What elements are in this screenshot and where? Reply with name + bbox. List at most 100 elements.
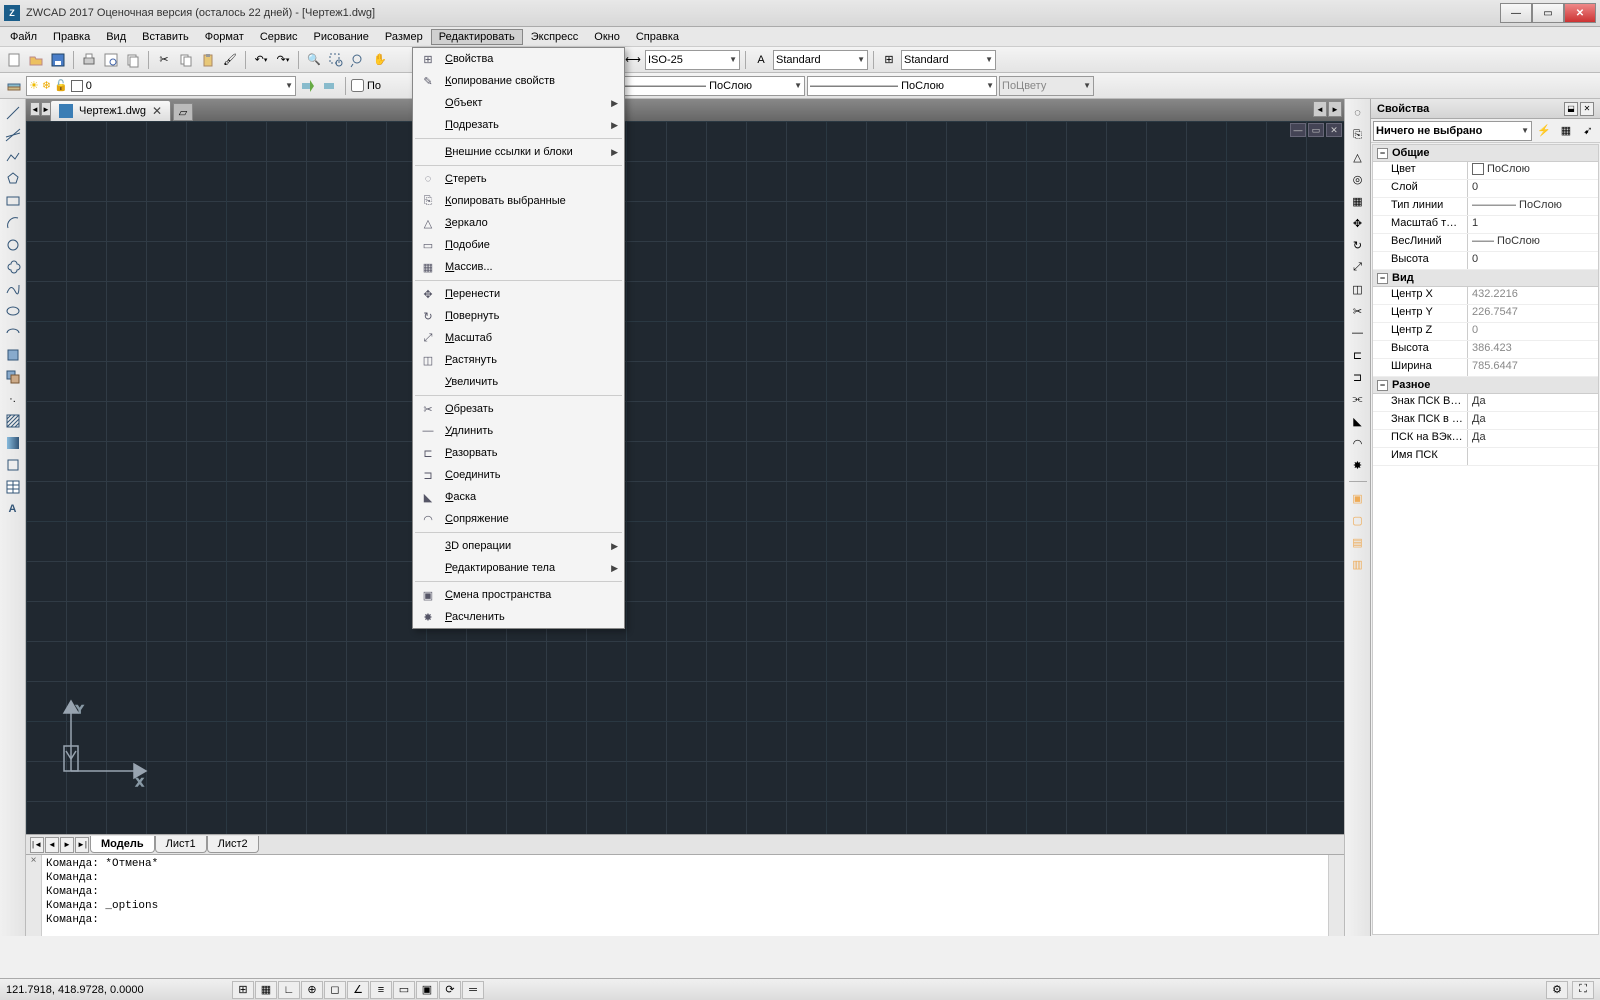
menuitem-свойства[interactable]: ⊞Свойства (413, 48, 624, 70)
prop-row[interactable]: Высота386.423 (1373, 341, 1598, 359)
prop-row[interactable]: Тип линии———— ПоСлою (1373, 198, 1598, 216)
layout-tab-Лист1[interactable]: Лист1 (155, 836, 207, 853)
bycolor-combo[interactable]: ПоЦвету▼ (999, 76, 1094, 96)
draworder-front-icon[interactable]: ▣ (1348, 488, 1368, 508)
table-icon[interactable]: ⊞ (879, 50, 899, 70)
polar-icon[interactable]: ⊕ (301, 981, 323, 999)
polyline-icon[interactable] (3, 147, 23, 167)
cut-icon[interactable]: ✂ (154, 50, 174, 70)
prop-row[interactable]: ЦветПоСлою (1373, 162, 1598, 180)
prop-row[interactable]: Центр Z0 (1373, 323, 1598, 341)
insert-block-icon[interactable] (3, 345, 23, 365)
prev-tab-icon[interactable]: ◄ (45, 837, 59, 853)
textstyle-combo[interactable]: Standard▼ (773, 50, 868, 70)
layer-combo[interactable]: ☀❄🔓 0▼ (26, 76, 296, 96)
linetype-combo[interactable]: ———————— ПоСлою▼ (615, 76, 805, 96)
zoom-prev-icon[interactable] (348, 50, 368, 70)
tab-next-icon[interactable]: ► (41, 102, 51, 116)
menuitem-подрезать[interactable]: Подрезать▶ (413, 114, 624, 136)
draworder-under-icon[interactable]: ▥ (1348, 554, 1368, 574)
dyn-icon[interactable]: ▭ (393, 981, 415, 999)
menuitem-смена-пространства[interactable]: ▣Смена пространства (413, 584, 624, 606)
arc-icon[interactable] (3, 213, 23, 233)
menuitem-расчленить[interactable]: ✸Расчленить (413, 606, 624, 628)
pickadd-icon[interactable]: ▦ (1556, 121, 1576, 141)
print-preview-icon[interactable] (101, 50, 121, 70)
tabscroll-left-icon[interactable]: ◄ (1313, 101, 1327, 117)
menuitem-обрезать[interactable]: ✂Обрезать (413, 398, 624, 420)
panel-close-icon[interactable]: ✕ (1580, 102, 1594, 116)
array-icon[interactable]: ▦ (1348, 191, 1368, 211)
panel-pin-icon[interactable]: ⬓ (1564, 102, 1578, 116)
zoom-window-icon[interactable] (326, 50, 346, 70)
menuitem-массив-[interactable]: ▦Массив... (413, 256, 624, 278)
quickselect-icon[interactable]: ⚡ (1534, 121, 1554, 141)
minimize-button[interactable]: — (1500, 3, 1532, 23)
ellipse-arc-icon[interactable] (3, 323, 23, 343)
trim-icon[interactable]: ✂ (1348, 301, 1368, 321)
join-icon[interactable]: ⫘ (1348, 389, 1368, 409)
cmd-close-icon[interactable]: × (26, 855, 42, 936)
prop-group-Общие[interactable]: −Общие (1373, 145, 1598, 162)
cmd-scrollbar[interactable] (1328, 855, 1344, 936)
menu-файл[interactable]: Файл (2, 29, 45, 45)
prop-group-Разное[interactable]: −Разное (1373, 377, 1598, 394)
prop-row[interactable]: Слой0 (1373, 180, 1598, 198)
new-icon[interactable] (4, 50, 24, 70)
open-icon[interactable] (26, 50, 46, 70)
region-icon[interactable] (3, 455, 23, 475)
layout-tab-Лист2[interactable]: Лист2 (207, 836, 259, 853)
tabscroll-right-icon[interactable]: ► (1328, 101, 1342, 117)
menu-окно[interactable]: Окно (586, 29, 628, 45)
checkbox-po[interactable]: По (351, 79, 381, 92)
prop-row[interactable]: Высота0 (1373, 252, 1598, 270)
rectangle-icon[interactable] (3, 191, 23, 211)
copy-icon[interactable] (176, 50, 196, 70)
command-line[interactable]: × Команда: *Отмена* Команда: Команда: Ко… (26, 854, 1344, 936)
draworder-above-icon[interactable]: ▤ (1348, 532, 1368, 552)
menuitem-стереть[interactable]: ◌Стереть (413, 168, 624, 190)
layer-prev-icon[interactable] (298, 76, 318, 96)
menuitem-увеличить[interactable]: Увеличить (413, 371, 624, 393)
polygon-icon[interactable] (3, 169, 23, 189)
mirror-icon[interactable]: △ (1348, 147, 1368, 167)
stretch-icon[interactable]: ◫ (1348, 279, 1368, 299)
layer-manager-icon[interactable] (4, 76, 24, 96)
explode-icon[interactable]: ✸ (1348, 455, 1368, 475)
menuitem-подобие[interactable]: ▭Подобие (413, 234, 624, 256)
menu-размер[interactable]: Размер (377, 29, 431, 45)
prop-row[interactable]: Имя ПСК (1373, 448, 1598, 466)
doc-min-icon[interactable]: — (1290, 123, 1306, 137)
grid-icon[interactable]: ▦ (255, 981, 277, 999)
menu-редактировать[interactable]: Редактировать (431, 29, 523, 45)
draworder-back-icon[interactable]: ▢ (1348, 510, 1368, 530)
doc-tab[interactable]: Чертеж1.dwg ✕ (50, 100, 171, 121)
model-icon[interactable]: ▣ (416, 981, 438, 999)
menuitem-перенести[interactable]: ✥Перенести (413, 283, 624, 305)
break-icon[interactable]: ⊐ (1348, 367, 1368, 387)
menuitem-3d-операции[interactable]: 3D операции▶ (413, 535, 624, 557)
menuitem-повернуть[interactable]: ↻Повернуть (413, 305, 624, 327)
save-icon[interactable] (48, 50, 68, 70)
undo-icon[interactable]: ↶▾ (251, 50, 271, 70)
close-button[interactable]: ✕ (1564, 3, 1596, 23)
text-icon[interactable]: A (751, 50, 771, 70)
menu-вид[interactable]: Вид (98, 29, 134, 45)
line-icon[interactable] (3, 103, 23, 123)
next-tab-icon[interactable]: ► (60, 837, 74, 853)
prop-row[interactable]: Масштаб типа л...1 (1373, 216, 1598, 234)
lineweight-combo[interactable]: ———————— ПоСлою▼ (807, 76, 997, 96)
menuitem-редактирование-тела[interactable]: Редактирование тела▶ (413, 557, 624, 579)
table-draw-icon[interactable] (3, 477, 23, 497)
dim-icon[interactable]: ⟷ (623, 50, 643, 70)
menu-сервис[interactable]: Сервис (252, 29, 306, 45)
prop-row[interactable]: Ширина785.6447 (1373, 359, 1598, 377)
prop-row[interactable]: Центр Y226.7547 (1373, 305, 1598, 323)
redo-icon[interactable]: ↷▾ (273, 50, 293, 70)
point-icon[interactable]: ·. (3, 389, 23, 409)
first-tab-icon[interactable]: |◄ (30, 837, 44, 853)
menu-справка[interactable]: Справка (628, 29, 687, 45)
circle-icon[interactable] (3, 235, 23, 255)
scale-icon[interactable]: ⤢ (1348, 257, 1368, 277)
snap-icon[interactable]: ⊞ (232, 981, 254, 999)
